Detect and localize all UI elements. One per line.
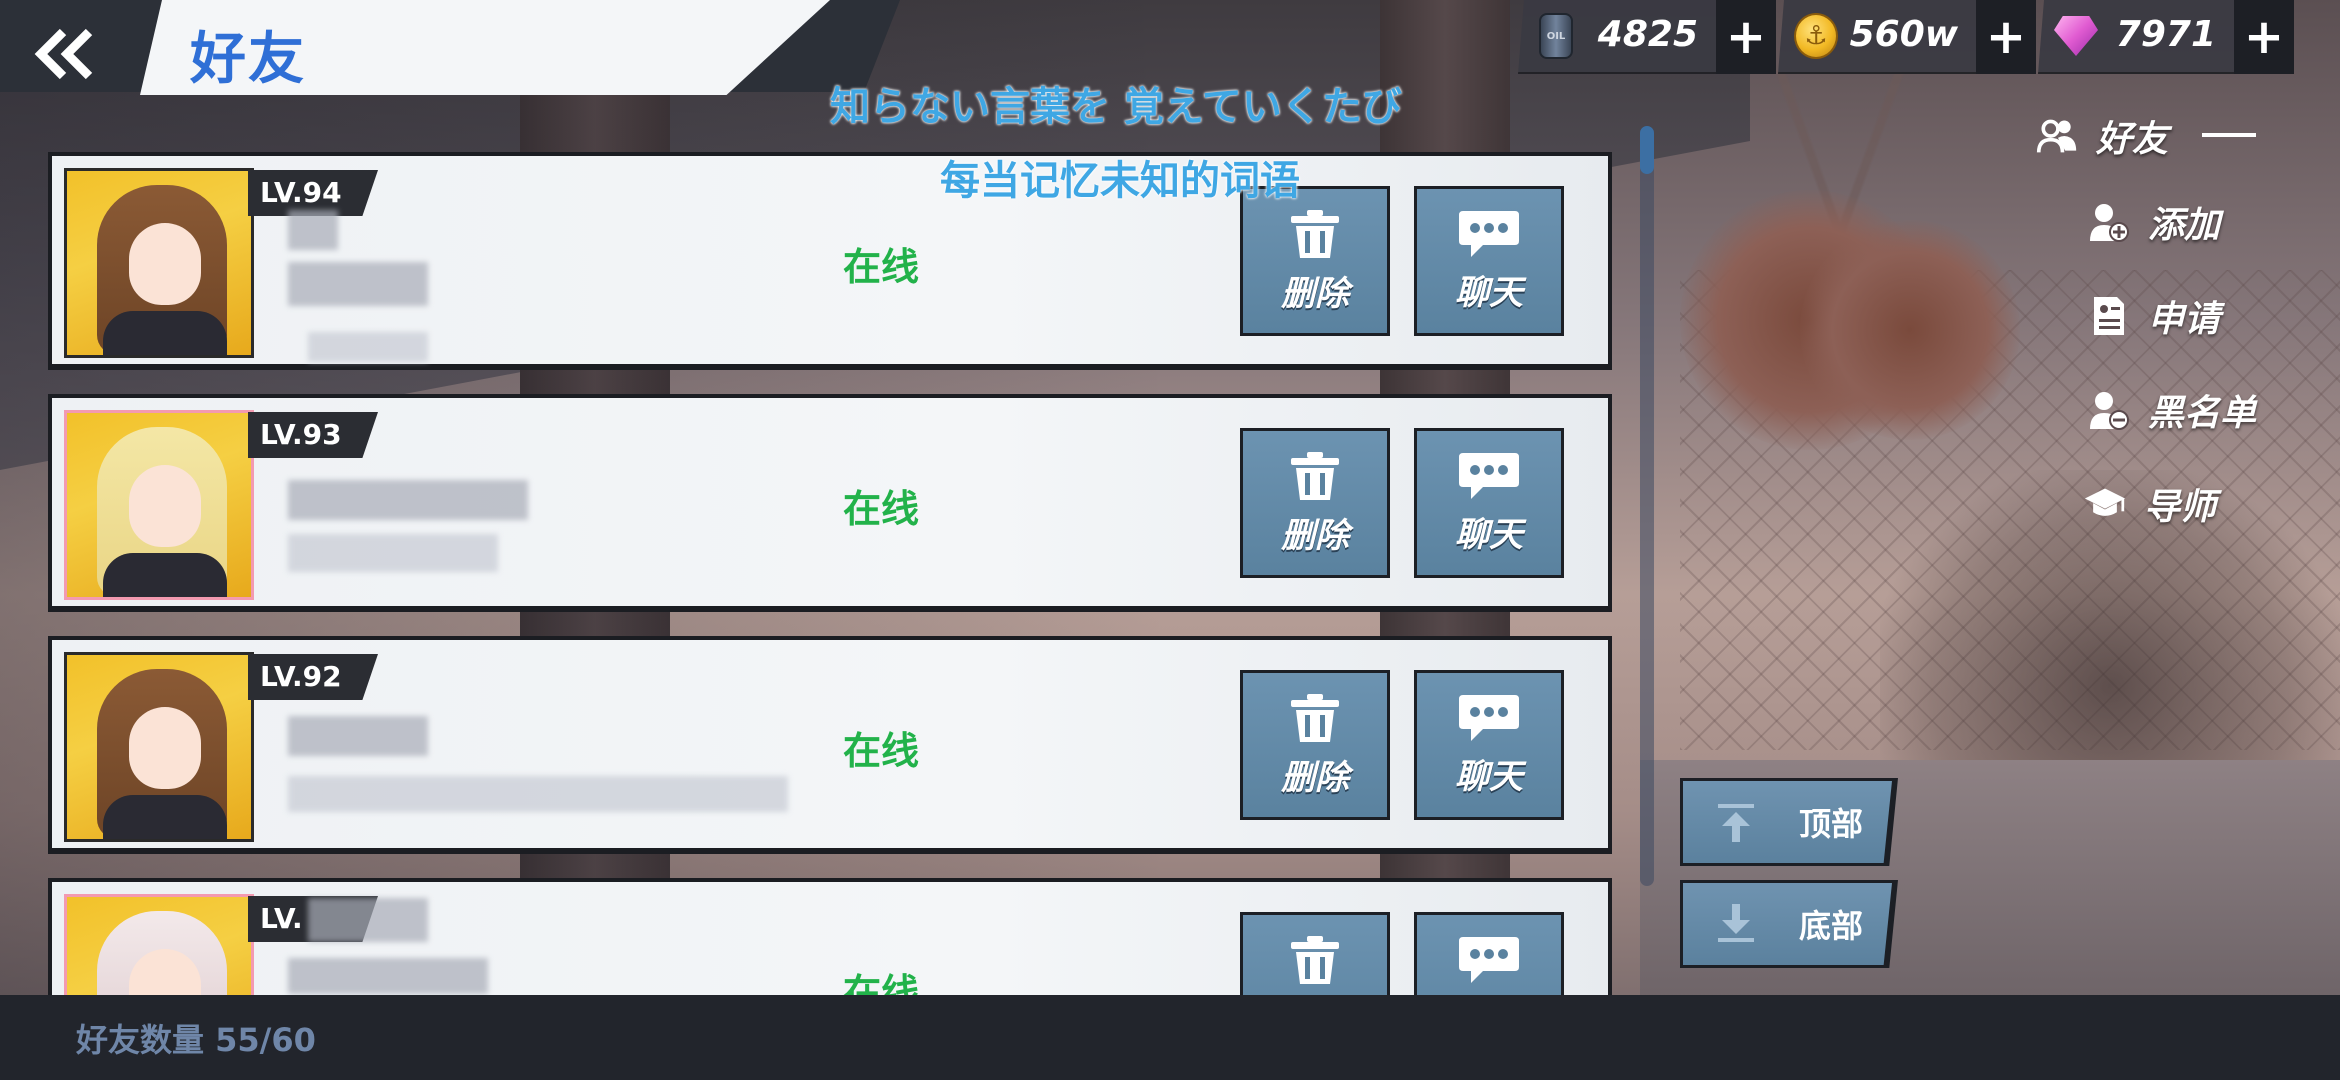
active-indicator [2202,133,2256,137]
friend-avatar[interactable] [64,652,254,842]
scroll-top-label: 顶部 [1799,805,1864,843]
gem-amount: 7971 [2115,14,2216,55]
scrollbar-thumb[interactable] [1640,126,1654,174]
side-menu-requests[interactable]: 申请 [2088,290,2220,342]
blurred-name [288,210,338,250]
chat-bubble-icon [1459,694,1519,741]
online-status: 在线 [843,971,920,995]
request-document-icon [2088,295,2130,337]
level-badge: LV.92 [248,654,378,700]
blurred-name [288,480,528,520]
arrow-to-bottom-icon [1701,902,1771,946]
friend-card: LV. 在线 删除 [48,878,1612,995]
trash-icon [1291,935,1339,984]
friend-avatar[interactable] [64,410,254,600]
friend-card: LV.94 在线 删除 聊天 [48,152,1612,370]
chat-bubble-icon [1459,936,1519,983]
gold-amount: 560w [1849,14,1958,55]
blurred-level [308,898,428,942]
trash-icon [1291,451,1339,500]
friend-avatar[interactable] [64,168,254,358]
delete-friend-button[interactable]: 删除 [1240,428,1390,578]
chat-bubble-icon [1459,210,1519,257]
oil-amount: 4825 [1597,14,1698,55]
chat-label: 聊天 [1455,514,1523,555]
side-menu-add[interactable]: 添加 [2088,196,2220,248]
side-menu-requests-label: 申请 [2148,299,2221,340]
add-oil-button[interactable]: + [1716,0,1776,74]
add-gem-button[interactable]: + [2234,0,2294,74]
diamond-gem-icon [2054,12,2098,60]
delete-friend-button[interactable]: 删除 [1240,186,1390,336]
back-button[interactable] [20,22,110,86]
side-menu-blacklist[interactable]: 黑名单 [2088,384,2256,436]
chat-friend-button[interactable]: 聊天 [1414,428,1564,578]
scroll-top-button[interactable]: 顶部 [1680,778,1898,866]
side-menu-friends[interactable]: 好友 [2036,110,2168,162]
oil-barrel-icon: OIL [1534,12,1578,60]
double-chevron-left-icon [34,28,93,80]
chat-friend-button[interactable]: 聊天 [1414,670,1564,820]
friends-group-icon [2036,115,2078,157]
currency-gold: ⚓ 560w + [1778,0,2036,74]
scroll-bottom-button[interactable]: 底部 [1680,880,1898,968]
chat-friend-button[interactable]: 聊天 [1414,186,1564,336]
currency-oil: OIL 4825 + [1518,0,1776,74]
chat-friend-button[interactable]: 聊天 [1414,912,1564,995]
blurred-name [288,958,488,994]
block-user-icon [2088,389,2130,431]
chat-bubble-icon [1459,452,1519,499]
side-menu-mentor-label: 导师 [2144,487,2217,528]
trash-icon [1291,209,1339,258]
delete-friend-button[interactable]: 删除 [1240,670,1390,820]
delete-label: 删除 [1281,273,1349,314]
delete-friend-button[interactable]: 删除 [1240,912,1390,995]
scrollbar-track[interactable] [1640,126,1654,886]
friend-avatar[interactable] [64,894,254,995]
scroll-bottom-label: 底部 [1799,907,1864,945]
online-status: 在线 [843,729,920,773]
blurred-info [288,534,498,572]
graduation-cap-icon [2084,483,2126,525]
lyric-japanese: 知らない言葉を 覚えていくたび [830,84,1402,130]
online-status: 在线 [843,487,920,531]
level-badge: LV.93 [248,412,378,458]
delete-label: 删除 [1281,757,1349,798]
blurred-info [288,776,788,812]
friend-card: LV.93 在线 删除 聊天 [48,394,1612,612]
delete-label: 删除 [1281,515,1349,556]
add-gold-button[interactable]: + [1976,0,2036,74]
footer-bar [0,995,2340,1080]
anchor-coin-icon: ⚓ [1794,12,1838,60]
side-menu-friends-label: 好友 [2096,119,2169,160]
friend-card: LV.92 在线 删除 聊天 [48,636,1612,854]
chat-label: 聊天 [1455,756,1523,797]
side-menu-add-label: 添加 [2148,205,2221,246]
page-title: 好友 [190,27,306,92]
currency-gem: 7971 + [2038,0,2294,74]
lyric-chinese: 每当记忆未知的词语 [940,158,1300,204]
blurred-info [308,332,428,362]
blurred-name [288,716,428,756]
side-menu-mentor[interactable]: 导师 [2084,478,2216,530]
friend-list[interactable]: LV.94 在线 删除 聊天 LV.93 在线 删除 聊天 LV.92 在线 删… [0,140,1640,995]
friend-count: 好友数量 55/60 [76,1021,316,1059]
online-status: 在线 [843,245,920,289]
blurred-name [288,262,428,306]
add-user-icon [2088,201,2130,243]
arrow-to-top-icon [1701,800,1771,844]
trash-icon [1291,693,1339,742]
chat-label: 聊天 [1455,272,1523,313]
side-menu-blacklist-label: 黑名单 [2148,393,2257,434]
